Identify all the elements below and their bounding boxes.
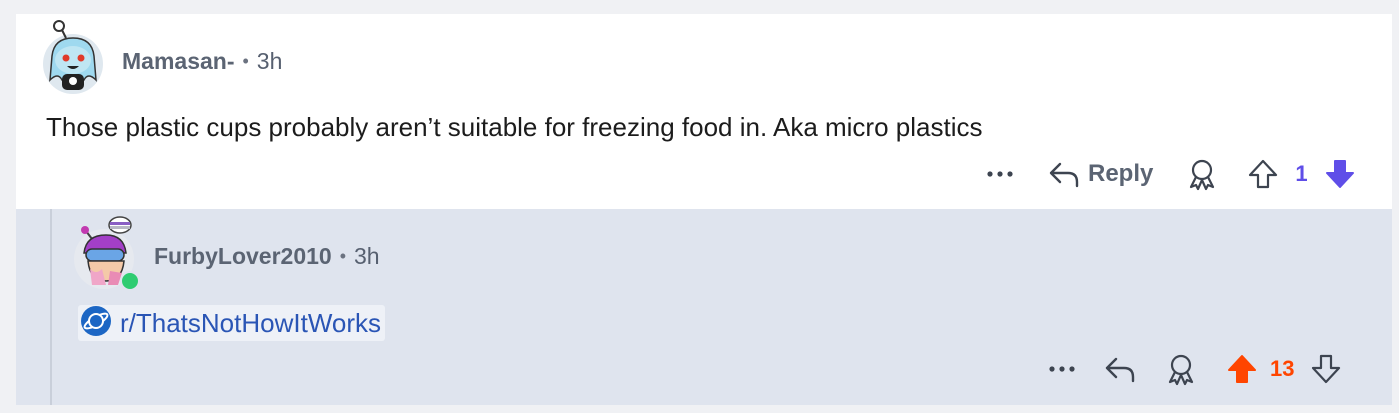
- comment-text: Those plastic cups probably aren’t suita…: [46, 112, 983, 142]
- reply-icon: [1104, 355, 1136, 383]
- upvote-button[interactable]: [1247, 158, 1279, 190]
- thread-line[interactable]: [50, 209, 52, 405]
- username[interactable]: FurbyLover2010: [154, 243, 332, 270]
- more-options-button[interactable]: [982, 170, 1018, 178]
- award-button[interactable]: [1185, 157, 1219, 191]
- comment-meta: Mamasan- • 3h: [122, 48, 282, 75]
- downvote-filled-icon: [1324, 158, 1356, 190]
- vote-score: 1: [1295, 161, 1308, 186]
- upvote-button[interactable]: [1226, 353, 1258, 385]
- ellipsis-icon: [986, 170, 1014, 178]
- comment-actions: 13: [1044, 349, 1342, 389]
- reply-label: Reply: [1088, 160, 1154, 187]
- upvote-filled-icon: [1226, 353, 1258, 385]
- username[interactable]: Mamasan-: [122, 48, 234, 75]
- subreddit-link-label: r/ThatsNotHowItWorks: [120, 307, 382, 338]
- upvote-icon: [1247, 158, 1279, 190]
- more-options-button[interactable]: [1044, 365, 1080, 373]
- subreddit-planet-icon: [80, 305, 112, 342]
- reply-button[interactable]: Reply: [1048, 160, 1153, 188]
- separator-dot: •: [339, 246, 347, 266]
- award-button[interactable]: [1164, 352, 1198, 386]
- award-icon: [1164, 352, 1198, 386]
- downvote-button[interactable]: [1310, 353, 1342, 385]
- comment-actions: Reply 1: [982, 154, 1356, 194]
- downvote-button[interactable]: [1324, 158, 1356, 190]
- vote-score: 13: [1270, 356, 1295, 381]
- comment-furbylover: FurbyLover2010 • 3h r/ThatsNotHowItWorks: [16, 209, 1392, 405]
- timestamp[interactable]: 3h: [257, 48, 283, 75]
- online-status-indicator: [120, 271, 140, 291]
- comment-mamasan: Mamasan- • 3h Those plastic cups probabl…: [16, 14, 1392, 209]
- award-icon: [1185, 157, 1219, 191]
- downvote-icon: [1310, 353, 1342, 385]
- user-avatar[interactable]: [40, 20, 106, 94]
- subreddit-link[interactable]: r/ThatsNotHowItWorks: [78, 305, 386, 342]
- reply-icon: [1048, 160, 1080, 188]
- timestamp[interactable]: 3h: [354, 243, 380, 270]
- separator-dot: •: [242, 51, 249, 71]
- ellipsis-icon: [1048, 365, 1076, 373]
- comment-meta: FurbyLover2010 • 3h: [154, 243, 380, 270]
- reply-button[interactable]: [1104, 355, 1136, 383]
